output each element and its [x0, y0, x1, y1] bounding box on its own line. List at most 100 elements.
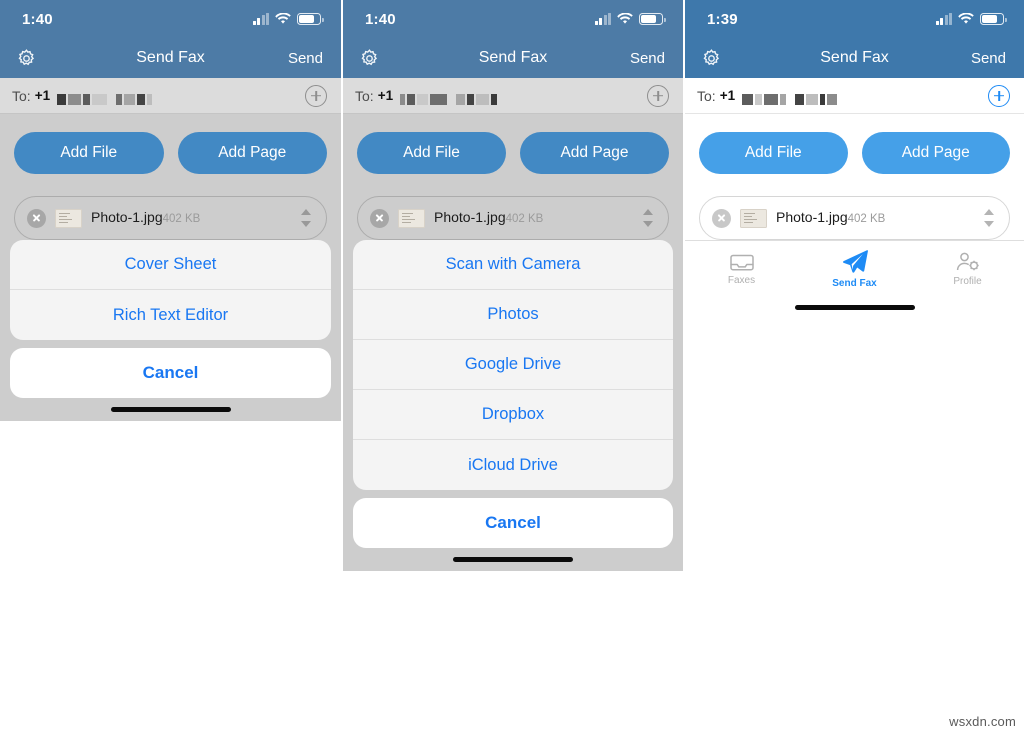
attachment-meta: Photo-1.jpg402 KB — [434, 209, 634, 227]
action-sheet-item[interactable]: Cover Sheet — [10, 240, 331, 290]
stepper-up-down-icon[interactable] — [643, 207, 654, 229]
status-bar: 1:40 — [343, 0, 683, 38]
panel-middle: 1:40 Send Fax Send To: +1 Add File Add Page Pho… — [341, 0, 683, 735]
attachment-meta: Photo-1.jpg402 KB — [776, 209, 975, 227]
remove-attachment-icon[interactable] — [712, 208, 731, 228]
attachment-name: Photo-1.jpg — [434, 209, 506, 226]
inbox-tray-icon — [729, 252, 755, 272]
add-file-button[interactable]: Add File — [699, 132, 848, 174]
action-sheet-item[interactable]: Scan with Camera — [353, 240, 673, 290]
action-sheet-item[interactable]: Dropbox — [353, 390, 673, 440]
action-sheet-item[interactable]: Photos — [353, 290, 673, 340]
redacted-phone-number — [742, 90, 839, 105]
document-thumbnail-icon — [398, 208, 425, 228]
country-code: +1 — [34, 88, 51, 103]
status-icons — [252, 12, 324, 25]
country-code: +1 — [719, 88, 736, 103]
attachment-size: 402 KB — [847, 213, 886, 226]
add-page-button[interactable]: Add Page — [177, 132, 327, 174]
wifi-icon — [275, 13, 291, 24]
status-icons — [594, 12, 666, 25]
nav-bar: Send Fax Send — [343, 38, 683, 78]
header-area: 1:39 Send Fax Send — [685, 0, 1024, 78]
action-sheet-item[interactable]: Rich Text Editor — [10, 290, 331, 340]
panel-right: 1:39 Send Fax Send To: +1 Add File Add Page Pho… — [683, 0, 1024, 735]
settings-button[interactable] — [16, 48, 37, 69]
battery-icon — [639, 13, 666, 25]
action-sheet-item[interactable]: Google Drive — [353, 340, 673, 390]
action-sheet-group: Cover Sheet Rich Text Editor — [10, 240, 331, 340]
attachment-meta: Photo-1.jpg402 KB — [91, 209, 292, 227]
nav-bar: Send Fax Send — [0, 38, 341, 78]
country-code: +1 — [377, 88, 394, 103]
recipient-value: To: +1 — [355, 87, 499, 105]
add-contact-icon[interactable] — [305, 84, 327, 107]
add-contact-icon[interactable] — [988, 84, 1010, 107]
attachment-row[interactable]: Photo-1.jpg402 KB — [699, 196, 1010, 240]
tab-send-fax[interactable]: Send Fax — [798, 249, 911, 289]
settings-button[interactable] — [701, 48, 722, 69]
attachment-size: 402 KB — [505, 213, 544, 226]
panel-body: Add File Add Page Photo-1.jpg402 KB Scan wi… — [343, 114, 683, 571]
action-sheet-item[interactable]: iCloud Drive — [353, 440, 673, 490]
add-page-button[interactable]: Add Page — [861, 132, 1010, 174]
attachment-size: 402 KB — [162, 213, 201, 226]
action-sheet-cancel-button[interactable]: Cancel — [353, 498, 673, 548]
battery-icon — [297, 13, 324, 25]
stepper-up-down-icon[interactable] — [984, 207, 995, 229]
panel-body: Add File Add Page Photo-1.jpg402 KB Faxes Se… — [685, 114, 1024, 319]
recipient-field[interactable]: To: +1 — [0, 78, 341, 114]
action-sheet: Cover Sheet Rich Text Editor Cancel — [0, 240, 341, 398]
attachment-row[interactable]: Photo-1.jpg402 KB — [14, 196, 327, 240]
attachment-row[interactable]: Photo-1.jpg402 KB — [357, 196, 669, 240]
document-thumbnail-icon — [740, 208, 767, 228]
recipient-field[interactable]: To: +1 — [343, 78, 683, 114]
add-actions-row: Add File Add Page — [0, 114, 341, 174]
cellular-bars-icon — [594, 12, 611, 25]
add-file-button[interactable]: Add File — [14, 132, 164, 174]
action-sheet-cancel-button[interactable]: Cancel — [10, 348, 331, 398]
tab-label: Profile — [953, 275, 982, 287]
wifi-icon — [617, 13, 633, 24]
add-actions-row: Add File Add Page — [343, 114, 683, 174]
battery-icon — [980, 13, 1007, 25]
nav-bar: Send Fax Send — [685, 38, 1024, 78]
wifi-icon — [958, 13, 974, 24]
recipient-value: To: +1 — [12, 88, 154, 105]
tab-faxes[interactable]: Faxes — [685, 252, 798, 286]
redacted-phone-number — [57, 90, 154, 105]
stepper-up-down-icon[interactable] — [301, 207, 312, 229]
action-sheet-group: Scan with Camera Photos Google Drive Dropbo… — [353, 240, 673, 490]
tab-profile[interactable]: Profile — [911, 251, 1024, 287]
attachment-name: Photo-1.jpg — [776, 209, 848, 226]
remove-attachment-icon[interactable] — [370, 208, 389, 228]
status-clock: 1:40 — [22, 10, 53, 28]
screenshot-stage: 1:40 Send Fax Send To: +1 Add File Add Page Pho… — [0, 0, 1024, 735]
cellular-bars-icon — [935, 12, 952, 25]
paper-plane-icon — [841, 249, 869, 275]
recipient-value: To: +1 — [697, 87, 839, 105]
tab-label: Send Fax — [832, 277, 877, 289]
bottom-tab-bar: Faxes Send Fax Profile — [685, 240, 1024, 296]
status-clock: 1:39 — [707, 10, 738, 28]
status-bar: 1:40 — [0, 0, 341, 38]
header-area: 1:40 Send Fax Send — [0, 0, 341, 78]
status-icons — [935, 12, 1007, 25]
add-page-button[interactable]: Add Page — [520, 132, 669, 174]
settings-button[interactable] — [359, 48, 380, 69]
cellular-bars-icon — [252, 12, 269, 25]
remove-attachment-icon[interactable] — [27, 208, 46, 228]
tab-label: Faxes — [727, 274, 756, 286]
panel-left: 1:40 Send Fax Send To: +1 Add File Add Page Pho… — [0, 0, 341, 735]
watermark: wsxdn.com — [949, 714, 1016, 729]
send-button[interactable]: Send — [630, 50, 665, 67]
add-contact-icon[interactable] — [647, 84, 669, 107]
status-bar: 1:39 — [685, 0, 1024, 38]
to-label: To: — [697, 87, 716, 104]
recipient-field[interactable]: To: +1 — [685, 78, 1024, 114]
add-file-button[interactable]: Add File — [357, 132, 506, 174]
send-button[interactable]: Send — [971, 50, 1006, 67]
home-indicator — [685, 296, 1024, 319]
send-button[interactable]: Send — [288, 50, 323, 67]
to-label: To: — [355, 87, 374, 104]
